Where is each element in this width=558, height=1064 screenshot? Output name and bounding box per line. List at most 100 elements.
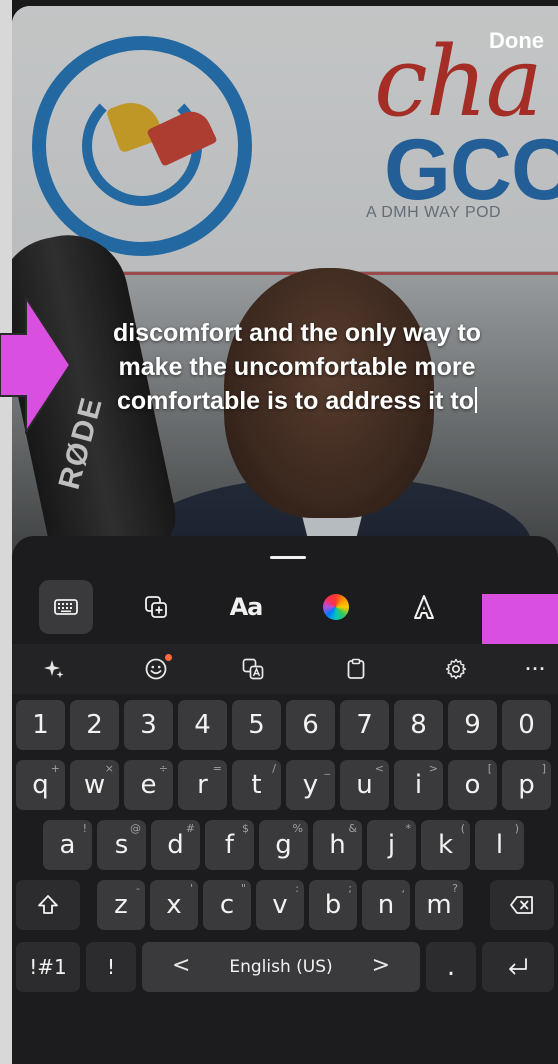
key-label: f — [224, 830, 235, 860]
key-label: z — [114, 890, 128, 920]
text-style-button[interactable] — [397, 580, 451, 634]
key-hint: ; — [348, 882, 352, 895]
backspace-key[interactable] — [490, 880, 554, 930]
key[interactable]: o[ — [448, 760, 497, 810]
key-label: w — [83, 770, 106, 800]
key[interactable]: a! — [43, 820, 92, 870]
text-cursor — [475, 387, 477, 413]
color-button[interactable] — [309, 580, 363, 634]
key[interactable]: 4 — [178, 700, 227, 750]
key-label: 1 — [32, 710, 49, 740]
text-style-icon — [414, 595, 434, 619]
left-edge-strip — [0, 0, 12, 1064]
key-label: l — [495, 830, 504, 860]
key[interactable]: e ÷ — [124, 760, 173, 810]
key-label: d — [167, 830, 184, 860]
settings-icon — [445, 658, 467, 680]
clipboard-button[interactable] — [340, 654, 372, 684]
key[interactable]: 1 — [16, 700, 65, 750]
key-label: u — [356, 770, 373, 800]
key[interactable]: g% — [259, 820, 308, 870]
key[interactable]: i > — [394, 760, 443, 810]
key-label: 7 — [356, 710, 373, 740]
key[interactable]: n, — [362, 880, 410, 930]
sheet-drag-handle[interactable] — [270, 556, 306, 559]
key-hint: # — [185, 822, 195, 835]
key[interactable]: r = — [178, 760, 227, 810]
key[interactable]: b; — [309, 880, 357, 930]
key-label: a — [59, 830, 76, 860]
key[interactable]: 5 — [232, 700, 281, 750]
key[interactable]: l) — [475, 820, 524, 870]
keyboard-sheet: Aa ··· 1234567890 q + w × e ÷ r = t / y … — [12, 536, 558, 1064]
translate-icon — [242, 658, 264, 680]
clipboard-icon — [347, 658, 365, 679]
key[interactable]: 0 — [502, 700, 551, 750]
key-label: o — [464, 770, 481, 800]
space-bar-label: English (US) — [229, 957, 333, 977]
key-label: 3 — [140, 710, 157, 740]
key[interactable]: 7 — [340, 700, 389, 750]
key-hint: × — [104, 762, 114, 775]
annotation-arrow-icon — [0, 296, 72, 434]
keyboard-bottom-row: !#1 ! < English (US) > . — [12, 942, 558, 992]
key[interactable]: 8 — [394, 700, 443, 750]
caption-text-editor[interactable]: discomfort and the only way to make the … — [62, 316, 532, 418]
exclamation-key[interactable]: ! — [86, 942, 136, 992]
key[interactable]: x ' — [150, 880, 198, 930]
shift-key[interactable] — [16, 880, 80, 930]
key[interactable]: d # — [151, 820, 200, 870]
key-label: g — [275, 830, 292, 860]
caption-line-2: make the uncomfortable more — [118, 353, 476, 381]
keyboard-toggle-button[interactable] — [39, 580, 93, 634]
dim-overlay — [12, 6, 558, 566]
period-key[interactable]: . — [426, 942, 476, 992]
key-label: r — [197, 770, 208, 800]
video-preview[interactable]: cha GCC A DMH WAY POD RØDE — [12, 6, 558, 566]
sparkle-icon — [44, 660, 64, 678]
key[interactable]: c " — [203, 880, 251, 930]
key[interactable]: y _ — [286, 760, 335, 810]
key[interactable]: m? — [415, 880, 463, 930]
symbols-key[interactable]: !#1 — [16, 942, 80, 992]
key-hint: , — [401, 882, 406, 895]
font-button[interactable]: Aa — [219, 580, 273, 634]
key-label: t — [251, 770, 262, 800]
key-hint: ] — [541, 762, 546, 775]
emoji-icon — [145, 658, 167, 680]
key[interactable]: 6 — [286, 700, 335, 750]
key[interactable]: k( — [421, 820, 470, 870]
key[interactable]: p] — [502, 760, 551, 810]
key-label: y — [302, 770, 319, 800]
more-options-button[interactable]: ··· — [520, 654, 552, 684]
translate-button[interactable] — [237, 654, 269, 684]
key[interactable]: j * — [367, 820, 416, 870]
key[interactable]: u < — [340, 760, 389, 810]
emoji-button[interactable] — [140, 654, 172, 684]
key[interactable]: 3 — [124, 700, 173, 750]
key-hint: - — [136, 882, 140, 895]
key[interactable]: f $ — [205, 820, 254, 870]
key[interactable]: 9 — [448, 700, 497, 750]
keyboard-settings-button[interactable] — [440, 654, 472, 684]
key[interactable]: z- — [97, 880, 145, 930]
key[interactable]: w × — [70, 760, 119, 810]
key[interactable]: t / — [232, 760, 281, 810]
caption-line-1: discomfort and the only way to — [112, 319, 482, 347]
key-hint: : — [295, 882, 299, 895]
add-sticker-button[interactable] — [129, 580, 183, 634]
editor-toolbar: Aa — [12, 580, 558, 636]
ai-assist-button[interactable] — [38, 654, 70, 684]
key[interactable]: q + — [16, 760, 65, 810]
enter-key[interactable] — [482, 942, 554, 992]
key[interactable]: v: — [256, 880, 304, 930]
key[interactable]: 2 — [70, 700, 119, 750]
key-label: n — [377, 890, 395, 920]
key[interactable]: s @ — [97, 820, 146, 870]
key[interactable]: h & — [313, 820, 362, 870]
space-bar[interactable]: < English (US) > — [142, 942, 420, 992]
keyboard-icon — [54, 599, 78, 615]
key-hint: ' — [189, 882, 193, 895]
key-label: j — [387, 830, 396, 860]
done-button[interactable]: Done — [489, 28, 544, 54]
